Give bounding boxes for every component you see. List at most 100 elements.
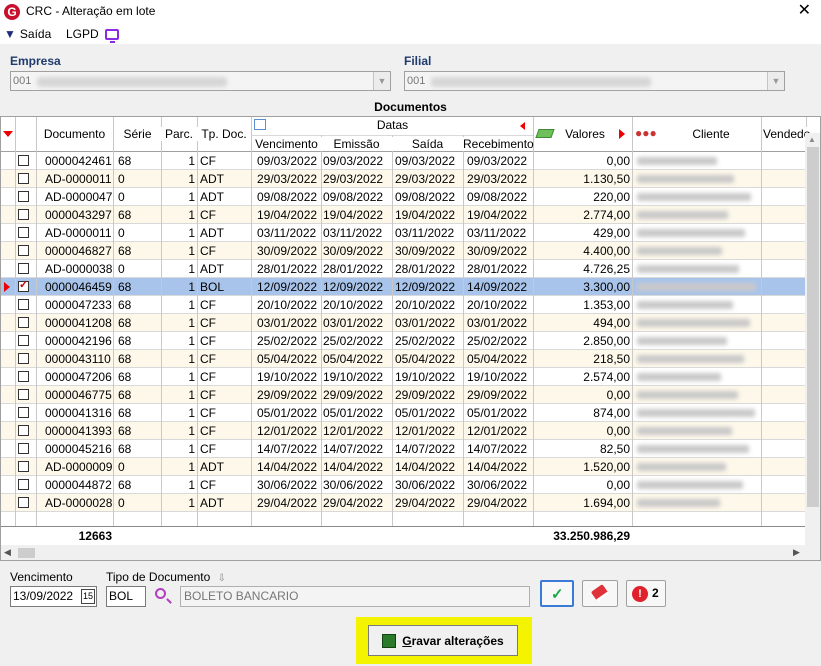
collapse-left-icon[interactable] bbox=[520, 122, 525, 130]
col-emissao[interactable]: Emissão bbox=[321, 137, 392, 151]
confirm-button[interactable]: ✓ bbox=[540, 580, 574, 607]
col-cliente[interactable]: Cliente bbox=[661, 127, 761, 141]
filial-label: Filial bbox=[404, 54, 432, 68]
row-divider bbox=[1, 511, 806, 512]
cell-saida: 14/04/2022 bbox=[395, 460, 456, 474]
cell-doc: AD-0000047 bbox=[45, 190, 112, 204]
cell-saida: 19/10/2022 bbox=[395, 370, 456, 384]
scroll-right-icon[interactable]: ▶ bbox=[793, 547, 800, 558]
row-checkbox[interactable] bbox=[18, 263, 29, 274]
cell-venc: 29/04/2022 bbox=[257, 496, 318, 510]
row-checkbox[interactable] bbox=[18, 191, 29, 202]
cell-parc: 1 bbox=[188, 388, 195, 402]
cell-saida: 05/01/2022 bbox=[395, 406, 456, 420]
cell-tp: CF bbox=[200, 352, 216, 366]
cell-receb: 29/03/2022 bbox=[467, 172, 528, 186]
scroll-left-icon[interactable]: ◀ bbox=[4, 547, 11, 558]
cell-valor: 0,00 bbox=[606, 388, 630, 402]
close-icon[interactable]: ✕ bbox=[798, 2, 811, 20]
column-divider bbox=[533, 117, 534, 526]
row-checkbox[interactable] bbox=[18, 227, 29, 238]
exit-menu-item[interactable]: ▼ Saída bbox=[4, 27, 51, 41]
cell-parc: 1 bbox=[188, 460, 195, 474]
row-checkbox[interactable] bbox=[18, 353, 29, 364]
calendar-icon[interactable] bbox=[254, 119, 266, 130]
cell-emis: 25/02/2022 bbox=[323, 334, 384, 348]
save-highlight: Gravar alterações bbox=[356, 617, 532, 664]
col-recebimento[interactable]: Recebimento bbox=[463, 137, 534, 151]
row-checkbox[interactable] bbox=[18, 425, 29, 436]
monitor-icon bbox=[104, 28, 119, 43]
cell-emis: 29/03/2022 bbox=[323, 172, 384, 186]
client-name-redacted bbox=[637, 463, 726, 471]
col-tpdoc[interactable]: Tp. Doc. bbox=[197, 127, 251, 141]
row-checkbox[interactable] bbox=[18, 335, 29, 346]
cell-doc: 0000047206 bbox=[45, 370, 112, 384]
col-vencimento[interactable]: Vencimento bbox=[252, 137, 321, 151]
row-checkbox[interactable] bbox=[18, 371, 29, 382]
chevron-down-icon[interactable]: ▼ bbox=[767, 72, 784, 90]
horizontal-scroll-thumb[interactable] bbox=[18, 548, 35, 558]
cell-valor: 1.130,50 bbox=[583, 172, 630, 186]
window-title: CRC - Alteração em lote bbox=[26, 4, 156, 18]
cell-parc: 1 bbox=[188, 478, 195, 492]
row-checkbox[interactable] bbox=[18, 497, 29, 508]
cell-venc: 05/01/2022 bbox=[257, 406, 318, 420]
filial-select[interactable]: 001 ▼ bbox=[404, 71, 785, 91]
lgpd-menu-item[interactable]: LGPD bbox=[66, 27, 119, 43]
row-checkbox[interactable] bbox=[18, 443, 29, 454]
clear-button[interactable] bbox=[582, 580, 618, 607]
vencimento-date-input[interactable]: 13/09/2022 15 bbox=[10, 586, 97, 607]
cell-receb: 30/06/2022 bbox=[467, 478, 528, 492]
documents-grid[interactable]: 0000042461 68 1 CF 09/03/2022 09/03/2022 09/03… bbox=[0, 116, 821, 561]
row-checkbox[interactable] bbox=[18, 317, 29, 328]
vencimento-value: 13/09/2022 bbox=[13, 589, 74, 603]
expand-right-icon[interactable] bbox=[619, 129, 625, 139]
cell-doc: AD-0000028 bbox=[45, 496, 112, 510]
cell-receb: 19/04/2022 bbox=[467, 208, 528, 222]
col-valores[interactable]: Valores bbox=[557, 127, 613, 141]
col-serie[interactable]: Série bbox=[114, 127, 161, 141]
search-icon[interactable] bbox=[155, 588, 166, 599]
column-divider bbox=[161, 117, 162, 526]
save-label: Gravar alterações bbox=[402, 633, 504, 648]
row-checkbox[interactable] bbox=[18, 407, 29, 418]
client-name-redacted bbox=[637, 427, 732, 435]
horizontal-scrollbar[interactable]: ◀ ▶ bbox=[1, 545, 820, 560]
row-checkbox[interactable] bbox=[18, 299, 29, 310]
row-checkbox[interactable] bbox=[18, 461, 29, 472]
cell-saida: 29/04/2022 bbox=[395, 496, 456, 510]
col-saida[interactable]: Saída bbox=[392, 137, 463, 151]
row-checkbox[interactable] bbox=[18, 209, 29, 220]
col-parc[interactable]: Parc. bbox=[161, 127, 197, 141]
row-checkbox[interactable] bbox=[18, 389, 29, 400]
row-checkbox[interactable] bbox=[18, 155, 29, 166]
col-vendedor[interactable]: Vendedo bbox=[763, 127, 810, 141]
scroll-up-icon[interactable]: ▲ bbox=[808, 135, 816, 144]
calendar-icon[interactable]: 15 bbox=[81, 589, 95, 604]
save-button[interactable]: Gravar alterações bbox=[368, 625, 518, 656]
empresa-select[interactable]: 001 ▼ bbox=[10, 71, 391, 91]
alerts-button[interactable]: ! 2 bbox=[626, 580, 666, 607]
cell-parc: 1 bbox=[188, 406, 195, 420]
row-checkbox[interactable] bbox=[18, 245, 29, 256]
row-checkbox[interactable] bbox=[18, 479, 29, 490]
cell-tp: ADT bbox=[200, 172, 224, 186]
cell-receb: 03/01/2022 bbox=[467, 316, 528, 330]
row-checkbox[interactable] bbox=[18, 173, 29, 184]
vertical-scrollbar[interactable]: ▲ bbox=[805, 133, 820, 545]
cell-receb: 30/09/2022 bbox=[467, 244, 528, 258]
cell-serie: 68 bbox=[118, 298, 132, 312]
vertical-scroll-thumb[interactable] bbox=[807, 147, 819, 507]
sort-down-icon[interactable] bbox=[3, 131, 13, 137]
col-documento[interactable]: Documento bbox=[37, 127, 112, 141]
cell-parc: 1 bbox=[188, 226, 195, 240]
cell-doc: 0000042461 bbox=[45, 154, 112, 168]
row-checkbox[interactable] bbox=[18, 278, 29, 292]
cell-valor: 0,00 bbox=[606, 424, 630, 438]
cell-tp: BOL bbox=[200, 280, 225, 294]
cell-serie: 0 bbox=[118, 172, 125, 186]
client-name-redacted bbox=[637, 229, 745, 237]
chevron-down-icon[interactable]: ▼ bbox=[373, 72, 390, 90]
tipo-documento-input[interactable]: BOL bbox=[106, 586, 146, 607]
